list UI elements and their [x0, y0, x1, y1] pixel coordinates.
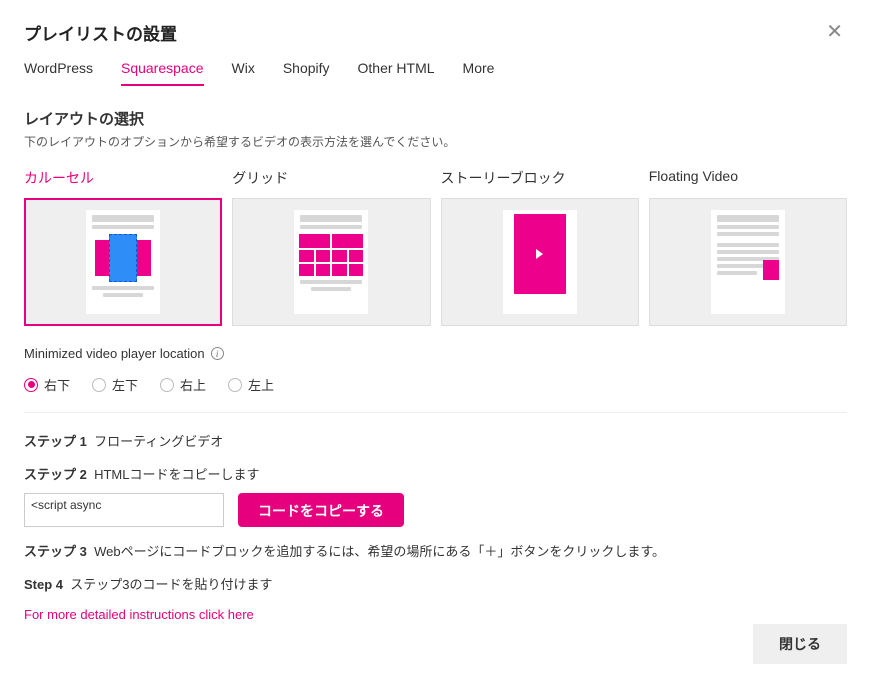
tab-other-html[interactable]: Other HTML — [358, 60, 435, 86]
radio-label: 左上 — [248, 375, 274, 394]
radio-bottom-right[interactable]: 右下 — [24, 375, 70, 394]
step-1: ステップ 1 フローティングビデオ — [24, 431, 847, 450]
embed-code-textarea[interactable] — [24, 493, 224, 527]
close-icon[interactable]: ✕ — [822, 18, 847, 46]
layout-section-title: レイアウトの選択 — [24, 108, 847, 129]
play-icon — [536, 249, 543, 259]
detailed-instructions-link[interactable]: For more detailed instructions click her… — [24, 607, 847, 622]
layout-section-help: 下のレイアウトのオプションから希望するビデオの表示方法を選んでください。 — [24, 133, 847, 150]
tab-shopify[interactable]: Shopify — [283, 60, 330, 86]
divider — [24, 412, 847, 413]
layout-preview — [86, 210, 160, 314]
minimized-location-radios: 右下 左下 右上 左上 — [24, 375, 847, 394]
modal-title: プレイリストの設置 — [24, 20, 177, 45]
install-playlist-modal: プレイリストの設置 ✕ WordPress Squarespace Wix Sh… — [0, 0, 871, 676]
radio-label: 右下 — [44, 375, 70, 394]
layout-card-story[interactable] — [441, 198, 639, 326]
radio-label: 右上 — [180, 375, 206, 394]
modal-header: プレイリストの設置 ✕ — [24, 18, 847, 46]
radio-top-left[interactable]: 左上 — [228, 375, 274, 394]
step-4: Step 4 ステップ3のコードを貼り付けます — [24, 574, 847, 593]
radio-top-right[interactable]: 右上 — [160, 375, 206, 394]
layout-preview — [711, 210, 785, 314]
step-text: HTMLコードをコピーします — [94, 467, 259, 482]
layout-label: ストーリーブロック — [441, 168, 639, 188]
minimized-location-row: Minimized video player location i — [24, 346, 847, 361]
step-label: Step 4 — [24, 577, 63, 592]
layout-option-story: ストーリーブロック — [441, 168, 639, 326]
step-label: ステップ 3 — [24, 544, 87, 559]
minimized-location-label: Minimized video player location — [24, 346, 205, 361]
tab-wix[interactable]: Wix — [232, 60, 255, 86]
layout-label: カルーセル — [24, 168, 222, 188]
modal-footer: 閉じる — [753, 624, 847, 664]
code-copy-row: コードをコピーする — [24, 493, 847, 527]
info-icon[interactable]: i — [211, 347, 224, 360]
layout-label: Floating Video — [649, 168, 847, 188]
radio-label: 左下 — [112, 375, 138, 394]
platform-tabs: WordPress Squarespace Wix Shopify Other … — [24, 60, 847, 86]
step-text: フローティングビデオ — [94, 434, 223, 449]
layout-card-carousel[interactable] — [24, 198, 222, 326]
radio-bottom-left[interactable]: 左下 — [92, 375, 138, 394]
tab-wordpress[interactable]: WordPress — [24, 60, 93, 86]
step-text: ステップ3のコードを貼り付けます — [70, 577, 272, 592]
layout-card-floating[interactable] — [649, 198, 847, 326]
layout-preview — [503, 210, 577, 314]
layout-label: グリッド — [232, 168, 430, 188]
layout-option-grid: グリッド — [232, 168, 430, 326]
layout-option-floating: Floating Video — [649, 168, 847, 326]
layout-card-grid[interactable] — [232, 198, 430, 326]
layout-options-row: カルーセル グリッド — [24, 168, 847, 326]
tab-squarespace[interactable]: Squarespace — [121, 60, 204, 86]
layout-preview — [294, 210, 368, 314]
step-label: ステップ 1 — [24, 434, 87, 449]
close-button[interactable]: 閉じる — [753, 624, 847, 664]
step-text: Webページにコードブロックを追加するには、希望の場所にある「＋」ボタンをクリッ… — [94, 544, 665, 559]
layout-option-carousel: カルーセル — [24, 168, 222, 326]
step-2: ステップ 2 HTMLコードをコピーします — [24, 464, 847, 483]
step-3: ステップ 3 Webページにコードブロックを追加するには、希望の場所にある「＋」… — [24, 541, 847, 560]
copy-code-button[interactable]: コードをコピーする — [238, 493, 404, 527]
step-label: ステップ 2 — [24, 467, 87, 482]
tab-more[interactable]: More — [463, 60, 495, 86]
